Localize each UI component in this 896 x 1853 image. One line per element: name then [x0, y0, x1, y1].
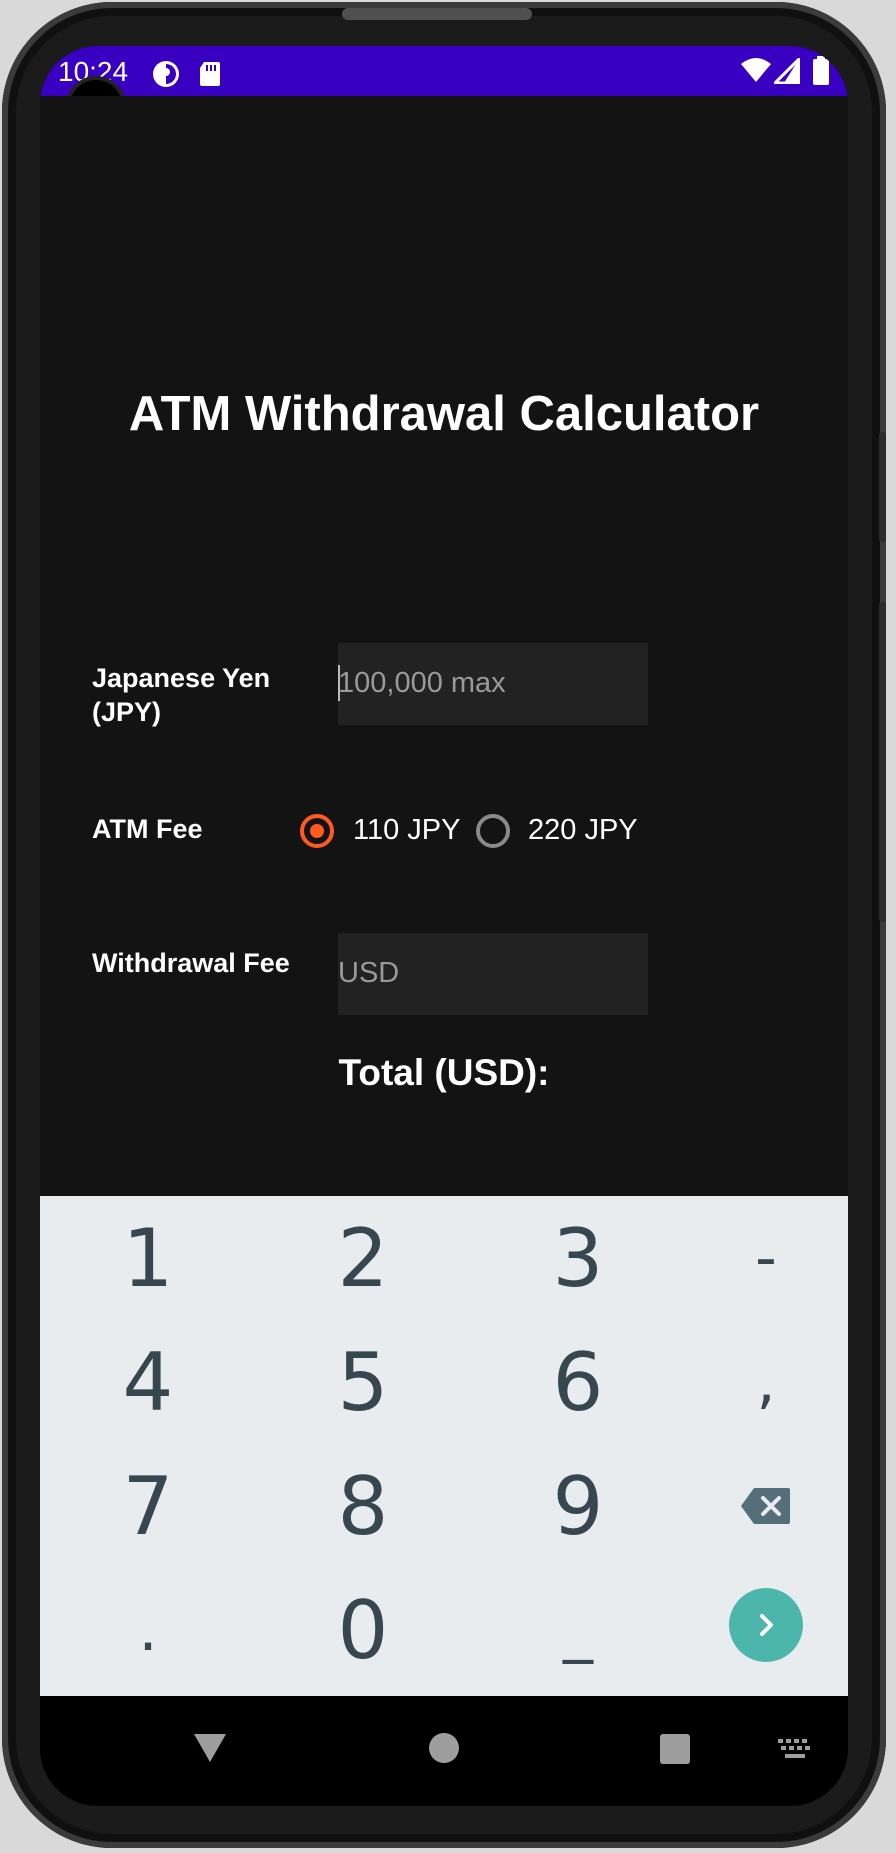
total-label: Total (USD): — [338, 1052, 550, 1093]
screen: 10:24 ATM Withdrawal Calculator Japanese… — [40, 46, 848, 1806]
radio-110-jpy-label[interactable]: 110 JPY — [353, 814, 460, 847]
signal-icon — [771, 55, 801, 89]
volume-buttons — [879, 602, 886, 922]
key-delete[interactable] — [666, 1444, 848, 1568]
withdrawal-fee-label: Withdrawal Fee — [92, 948, 290, 978]
key-2[interactable]: 2 — [263, 1196, 463, 1320]
withdrawal-fee-input[interactable]: USD — [338, 933, 648, 1015]
key-6[interactable]: 6 — [478, 1320, 678, 1444]
chevron-right-icon — [760, 1614, 773, 1636]
key-9[interactable]: 9 — [478, 1444, 678, 1568]
recents-icon[interactable] — [659, 1733, 691, 1770]
power-button — [879, 432, 886, 542]
battery-icon — [812, 56, 830, 91]
jpy-label: Japanese Yen (JPY) — [92, 663, 271, 727]
radio-220-jpy[interactable] — [476, 814, 510, 848]
app-content: ATM Withdrawal Calculator Japanese Yen (… — [40, 96, 848, 1246]
go-button[interactable] — [729, 1588, 803, 1662]
key-7[interactable]: 7 — [48, 1444, 248, 1568]
key-5[interactable]: 5 — [263, 1320, 463, 1444]
text-cursor — [338, 665, 340, 701]
key-comma[interactable]: , — [666, 1320, 848, 1444]
phone-frame: 10:24 ATM Withdrawal Calculator Japanese… — [2, 2, 886, 1848]
key-3[interactable]: 3 — [478, 1196, 678, 1320]
jpy-input[interactable]: 100,000 max — [338, 643, 648, 725]
sd-card-icon — [198, 60, 222, 93]
withdrawal-fee-placeholder: USD — [338, 957, 400, 989]
app-notification-icon — [152, 60, 180, 93]
wifi-icon — [740, 58, 772, 89]
key-8[interactable]: 8 — [263, 1444, 463, 1568]
atm-fee-label: ATM Fee — [92, 814, 203, 844]
home-icon[interactable] — [428, 1732, 460, 1769]
keyboard-switch-icon[interactable] — [777, 1738, 813, 1765]
key-period[interactable]: . — [48, 1568, 248, 1692]
status-bar: 10:24 — [40, 46, 848, 96]
backspace-icon — [741, 1488, 790, 1524]
radio-220-jpy-label[interactable]: 220 JPY — [528, 814, 638, 847]
speaker-grille — [342, 8, 532, 20]
key-1[interactable]: 1 — [48, 1196, 248, 1320]
back-icon[interactable] — [192, 1732, 228, 1769]
jpy-input-placeholder: 100,000 max — [338, 667, 506, 699]
radio-110-jpy[interactable] — [300, 814, 334, 848]
key-0[interactable]: 0 — [263, 1568, 463, 1692]
key-minus[interactable]: - — [666, 1196, 848, 1320]
key-underscore[interactable]: _ — [478, 1568, 678, 1692]
numeric-keyboard: 1 2 3 - 4 5 6 , 7 8 9 . 0 _ — [40, 1196, 848, 1696]
page-title: ATM Withdrawal Calculator — [128, 387, 760, 441]
key-4[interactable]: 4 — [48, 1320, 248, 1444]
